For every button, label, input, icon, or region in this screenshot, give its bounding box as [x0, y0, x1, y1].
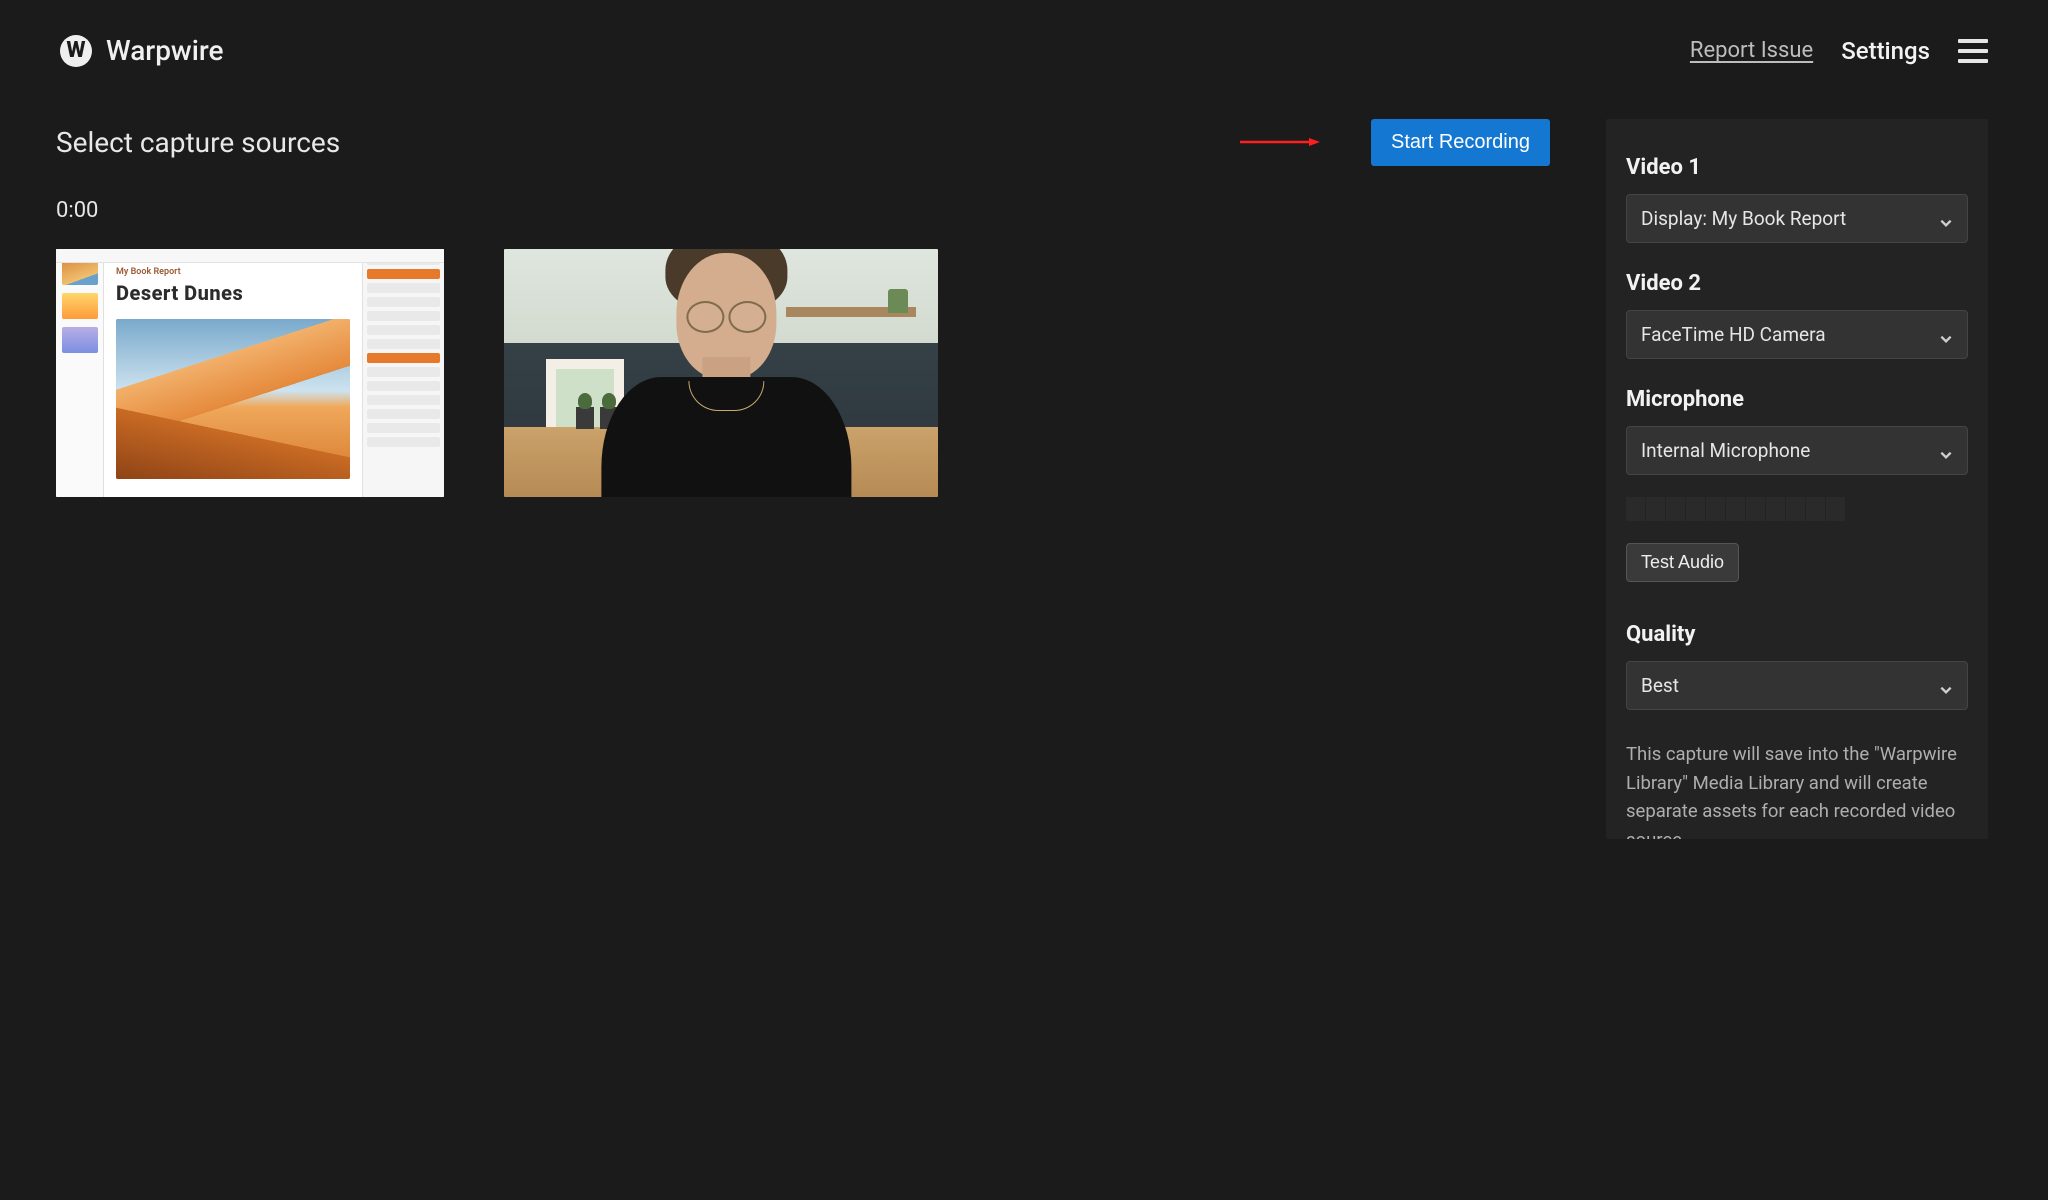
brand: W Warpwire — [60, 34, 223, 67]
video2-value: FaceTime HD Camera — [1641, 323, 1826, 346]
video2-label: Video 2 — [1626, 271, 1968, 296]
save-destination-note: This capture will save into the "Warpwir… — [1626, 740, 1968, 839]
capture-settings-panel: Video 1 Display: My Book Report Video 2 … — [1606, 119, 1988, 839]
webcam-scene — [504, 249, 938, 497]
video2-select[interactable]: FaceTime HD Camera — [1626, 310, 1968, 359]
webcam-person — [591, 277, 861, 497]
page-title: Select capture sources — [56, 126, 340, 159]
start-recording-button[interactable]: Start Recording — [1371, 119, 1550, 166]
main-content: Select capture sources Start Recording 0… — [0, 67, 2048, 839]
chevron-down-icon — [1939, 328, 1953, 342]
annotation-arrow-icon — [1200, 137, 1360, 147]
report-issue-link[interactable]: Report Issue — [1690, 38, 1813, 63]
quality-label: Quality — [1626, 622, 1968, 647]
slide-thumbnails — [56, 249, 104, 497]
quality-value: Best — [1641, 674, 1679, 697]
microphone-label: Microphone — [1626, 387, 1968, 412]
app-header: W Warpwire Report Issue Settings — [0, 0, 2048, 67]
recording-timer: 0:00 — [56, 198, 1550, 223]
test-audio-button[interactable]: Test Audio — [1626, 543, 1739, 582]
chevron-down-icon — [1939, 444, 1953, 458]
video1-label: Video 1 — [1626, 155, 1968, 180]
keynote-inspector — [362, 249, 444, 497]
chevron-down-icon — [1939, 679, 1953, 693]
video1-value: Display: My Book Report — [1641, 207, 1846, 230]
slide-subtitle: My Book Report — [116, 267, 350, 277]
video2-preview[interactable] — [504, 249, 938, 497]
header-actions: Report Issue Settings — [1690, 37, 1988, 65]
quality-select[interactable]: Best — [1626, 661, 1968, 710]
brand-name: Warpwire — [106, 34, 223, 67]
microphone-select[interactable]: Internal Microphone — [1626, 426, 1968, 475]
capture-preview-area: Select capture sources Start Recording 0… — [56, 119, 1550, 497]
microphone-value: Internal Microphone — [1641, 439, 1810, 462]
slide-heading: Desert Dunes — [116, 281, 350, 305]
video1-select[interactable]: Display: My Book Report — [1626, 194, 1968, 243]
preview-row: My Book Report Desert Dunes — [56, 249, 1550, 497]
slide-canvas: My Book Report Desert Dunes — [104, 249, 362, 497]
warpwire-logo-icon: W — [60, 35, 92, 67]
audio-level-meter — [1626, 497, 1848, 521]
menu-icon[interactable] — [1958, 39, 1988, 63]
slide-image — [116, 319, 350, 479]
video1-preview[interactable]: My Book Report Desert Dunes — [56, 249, 444, 497]
screen-share-contents: My Book Report Desert Dunes — [56, 249, 444, 497]
settings-link[interactable]: Settings — [1841, 37, 1930, 65]
chevron-down-icon — [1939, 212, 1953, 226]
title-row: Select capture sources Start Recording — [56, 119, 1550, 166]
